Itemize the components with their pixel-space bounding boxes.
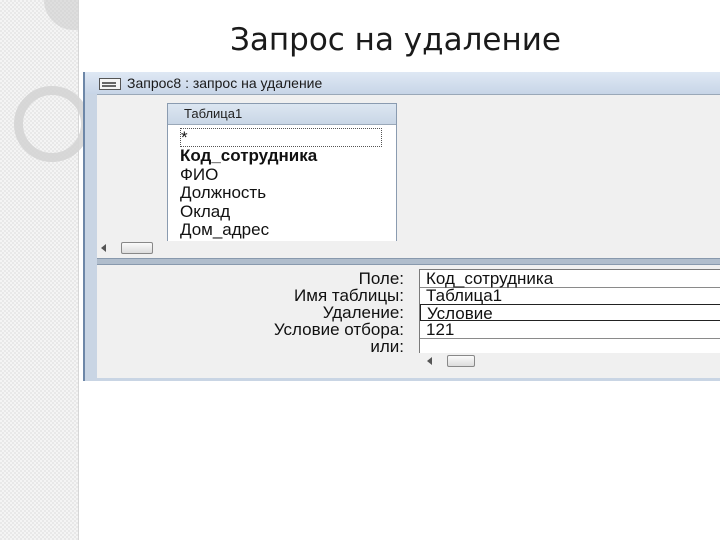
design-grid-column: Код_сотрудника Таблица1 Условие 121 bbox=[419, 269, 720, 354]
field-list-item-key[interactable]: Код_сотрудника bbox=[180, 146, 382, 166]
decorative-side-strip bbox=[0, 0, 78, 540]
slide-title: Запрос на удаление bbox=[230, 22, 561, 58]
grid-label-or: или: bbox=[370, 337, 404, 356]
query-design-icon bbox=[99, 78, 121, 90]
table-pane-scrollbar[interactable] bbox=[97, 241, 720, 255]
pane-splitter[interactable] bbox=[97, 258, 720, 265]
grid-cell-table[interactable]: Таблица1 bbox=[420, 286, 720, 305]
design-grid-scrollbar[interactable] bbox=[419, 353, 720, 369]
field-list-item[interactable]: Дом_адрес bbox=[180, 220, 382, 240]
field-list-table1[interactable]: Таблица1 * Код_сотрудника ФИО Должность … bbox=[167, 103, 397, 243]
grid-cell-table-value: Таблица1 bbox=[426, 286, 503, 305]
field-list-item-all[interactable]: * bbox=[180, 128, 382, 147]
grid-cell-criteria[interactable]: 121 bbox=[420, 320, 720, 339]
window-titlebar[interactable]: Запрос8 : запрос на удаление bbox=[85, 72, 720, 94]
scroll-thumb[interactable] bbox=[447, 355, 475, 367]
field-list-caption[interactable]: Таблица1 bbox=[168, 104, 396, 125]
design-grid-pane: Поле: Имя таблицы: Удаление: Условие отб… bbox=[97, 265, 720, 378]
grid-cell-criteria-value: 121 bbox=[426, 320, 455, 339]
query-design-window: Запрос8 : запрос на удаление Таблица1 * … bbox=[83, 72, 720, 381]
field-list: * Код_сотрудника ФИО Должность Оклад Дом… bbox=[180, 128, 382, 240]
table-pane: Таблица1 * Код_сотрудника ФИО Должность … bbox=[97, 94, 720, 259]
scroll-thumb[interactable] bbox=[121, 242, 153, 254]
field-list-item[interactable]: ФИО bbox=[180, 165, 382, 185]
scroll-left-arrow-icon[interactable] bbox=[427, 357, 432, 365]
field-list-item[interactable]: Оклад bbox=[180, 202, 382, 222]
decorative-divider bbox=[78, 0, 79, 540]
field-list-item[interactable]: Должность bbox=[180, 183, 382, 203]
field-list-table-name: Таблица1 bbox=[184, 106, 243, 121]
scroll-left-arrow-icon[interactable] bbox=[101, 244, 106, 252]
grid-cell-delete[interactable]: Условие bbox=[420, 304, 720, 323]
window-title: Запрос8 : запрос на удаление bbox=[127, 75, 323, 91]
